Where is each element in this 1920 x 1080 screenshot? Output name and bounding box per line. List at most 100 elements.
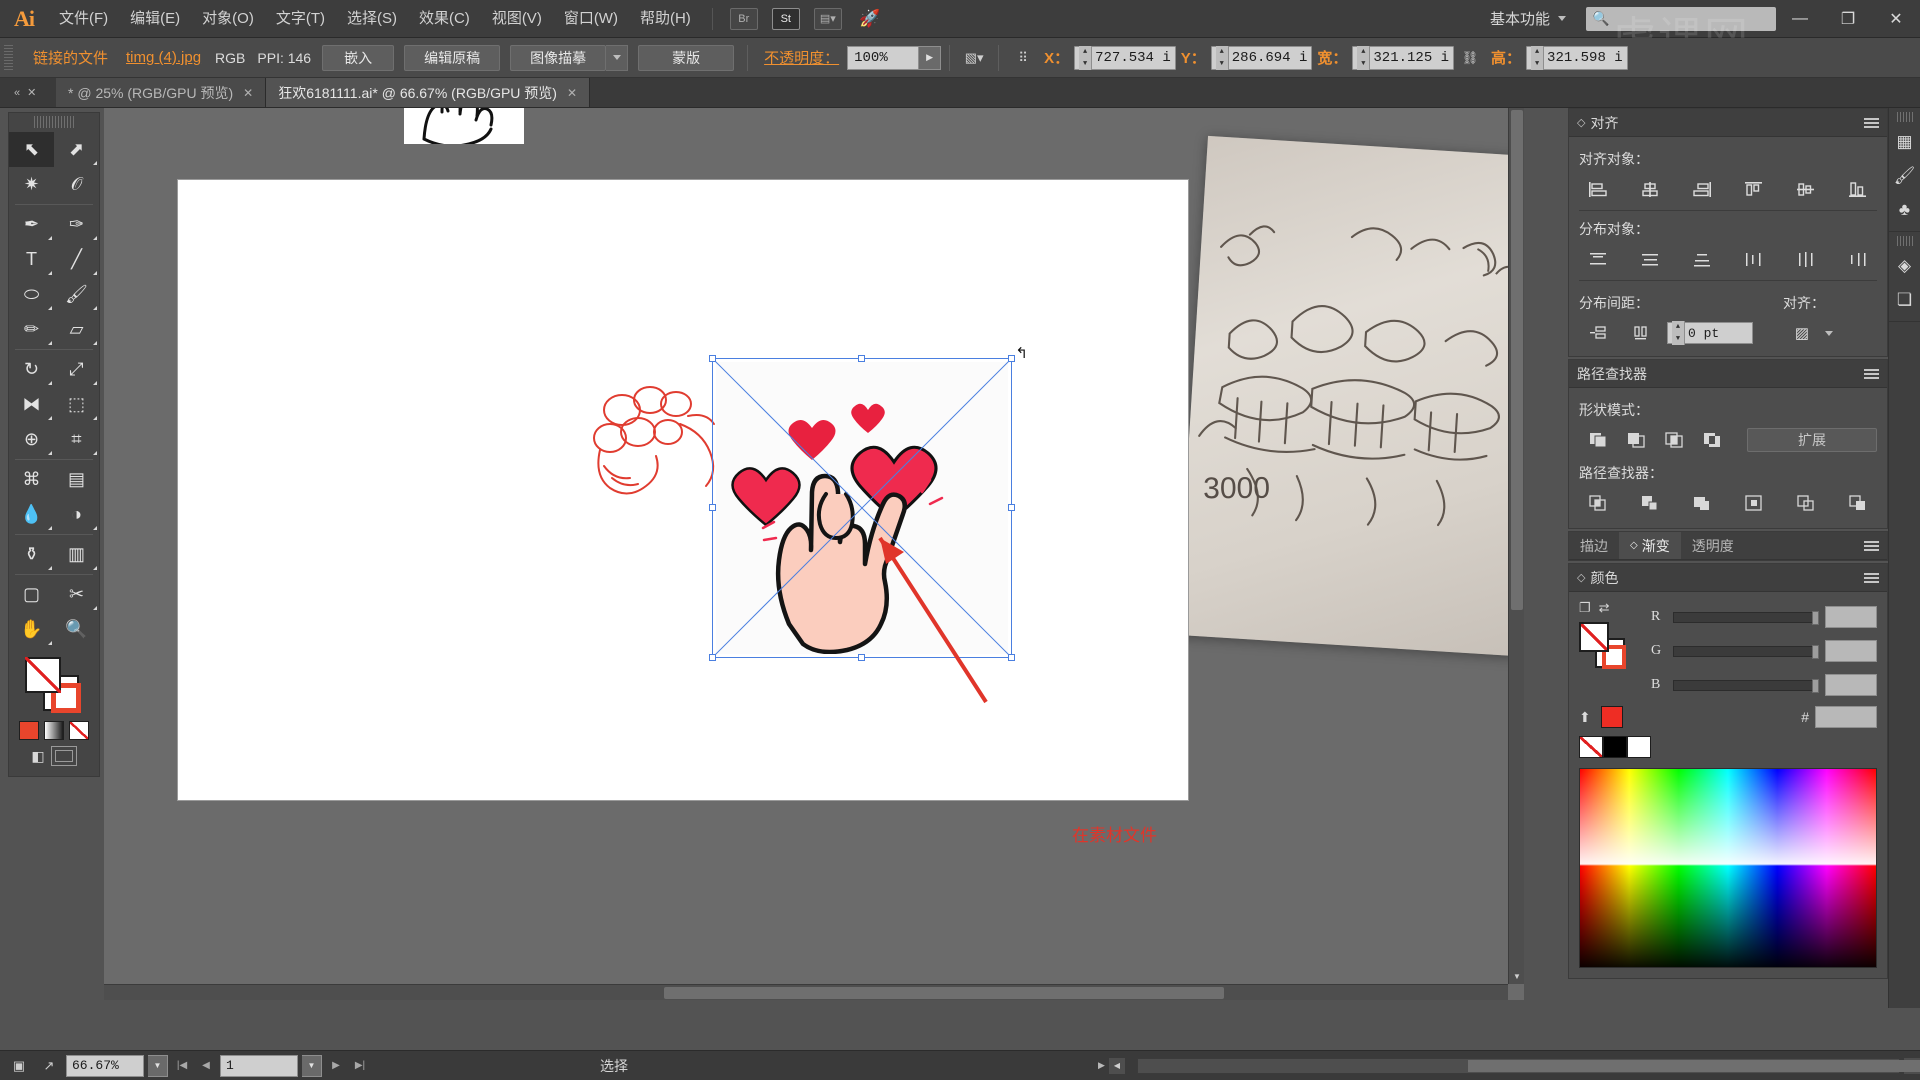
intersect-icon[interactable] (1655, 427, 1693, 453)
layers-panel-icon[interactable]: ◈ (1889, 249, 1920, 283)
document-horizontal-scrollbar[interactable] (1136, 1057, 1920, 1074)
zoom-tool[interactable]: 🔍 (54, 612, 99, 647)
symbols-panel-icon[interactable]: ♣ (1889, 193, 1920, 227)
tab-stroke[interactable]: 描边 (1569, 532, 1619, 559)
minimize-button[interactable]: — (1776, 0, 1824, 38)
height-value-field[interactable]: ▲ ▼ 321.598 i (1526, 45, 1628, 70)
menu-type[interactable]: 文字(T) (265, 0, 336, 38)
reference-photo-image[interactable]: 3000 (1176, 135, 1524, 657)
scale-tool[interactable]: ⤢ (54, 352, 99, 387)
last-artboard-icon[interactable]: ▶| (350, 1055, 370, 1077)
reference-point-grid-icon[interactable]: ⠿ (1010, 46, 1036, 70)
exclude-icon[interactable] (1693, 427, 1731, 453)
expand-button[interactable]: 扩展 (1747, 428, 1877, 452)
magic-wand-tool[interactable]: ✷ (9, 167, 54, 202)
slider-knob-g[interactable] (1812, 644, 1819, 659)
screen-mode-icon[interactable] (50, 746, 77, 766)
spacing-value-field[interactable]: ▲ ▼ 0 pt (1667, 321, 1753, 345)
hand-tool[interactable]: ✋ (9, 612, 54, 647)
pathfinder-panel-header[interactable]: 路径查找器 (1569, 360, 1887, 388)
line-segment-tool[interactable]: ╱ (54, 242, 99, 277)
close-icon[interactable]: ✕ (567, 86, 577, 100)
share-icon[interactable]: ↗ (36, 1055, 62, 1077)
width-value-field[interactable]: ▲ ▼ 321.125 i (1352, 45, 1455, 70)
artboard-tool[interactable]: ▢ (9, 577, 54, 612)
free-transform-tool[interactable]: ⬚ (54, 387, 99, 422)
selection-tool[interactable]: ⬉ (9, 132, 54, 167)
distribute-horizontal-center-icon[interactable] (1787, 246, 1825, 272)
menu-select[interactable]: 选择(S) (336, 0, 408, 38)
hex-value-field[interactable] (1815, 706, 1877, 728)
tab-gradient[interactable]: ◇ 渐变 (1619, 532, 1681, 559)
slider-track-g[interactable] (1673, 644, 1819, 659)
curvature-tool[interactable]: ✑ (54, 207, 99, 242)
linked-filename[interactable]: timg (4).jpg (118, 49, 209, 66)
next-artboard-icon[interactable]: ▶ (326, 1055, 346, 1077)
ellipse-tool[interactable]: ⬭ (9, 277, 54, 312)
tab-transparency[interactable]: 透明度 (1681, 532, 1745, 559)
align-vertical-center-icon[interactable] (1787, 176, 1825, 202)
constrain-proportions-icon[interactable]: ⛓ (1457, 46, 1483, 70)
column-graph-tool[interactable]: ▥ (54, 537, 99, 572)
menu-object[interactable]: 对象(O) (191, 0, 265, 38)
status-menu-icon[interactable]: ▶ (1098, 1060, 1105, 1071)
tab-prev-icon[interactable]: « (14, 87, 20, 99)
swap-fill-stroke-icon[interactable]: ⇄ (1599, 600, 1610, 616)
add-to-swatches-icon[interactable]: ⬆ (1579, 709, 1591, 726)
device-preview-icon[interactable]: ▣ (6, 1055, 32, 1077)
panel-collapse-icon[interactable]: ◇ (1577, 116, 1585, 129)
stock-icon[interactable]: St (771, 7, 800, 30)
pen-tool[interactable]: ✒ (9, 207, 54, 242)
selection-handle-bc[interactable] (858, 654, 865, 661)
control-bar-grip[interactable] (4, 44, 13, 71)
menu-view[interactable]: 视图(V) (481, 0, 553, 38)
rotate-tool[interactable]: ↻ (9, 352, 54, 387)
black-swatch[interactable] (1603, 736, 1627, 758)
draw-modes-icon[interactable]: ◧ (31, 748, 44, 765)
align-top-icon[interactable] (1735, 176, 1773, 202)
align-left-icon[interactable] (1579, 176, 1617, 202)
divide-icon[interactable] (1579, 490, 1617, 516)
align-bottom-icon[interactable] (1839, 176, 1877, 202)
tools-panel-grip[interactable] (34, 116, 74, 128)
horizontal-distribute-space-icon[interactable] (1623, 320, 1661, 346)
edit-original-button[interactable]: 编辑原稿 (404, 44, 501, 71)
selected-artwork-group[interactable]: ↰ (709, 345, 1028, 661)
trim-icon[interactable] (1631, 490, 1669, 516)
image-trace-dropdown[interactable] (606, 44, 629, 71)
color-fill-swatch[interactable] (1579, 622, 1609, 652)
distribute-bottom-icon[interactable] (1683, 246, 1721, 272)
distribute-top-icon[interactable] (1579, 246, 1617, 272)
unite-icon[interactable] (1579, 427, 1617, 453)
menu-effect[interactable]: 效果(C) (408, 0, 481, 38)
align-to-selection-icon[interactable]: ▨ (1783, 320, 1821, 346)
perspective-grid-tool[interactable]: ⌗ (54, 422, 99, 457)
x-spinner[interactable]: ▲ ▼ (1079, 45, 1093, 70)
workspace-switcher[interactable]: 基本功能 (1476, 8, 1580, 29)
selection-handle-br[interactable] (1008, 654, 1015, 661)
document-scroll-thumb[interactable] (1467, 1059, 1920, 1072)
slider-knob-r[interactable] (1812, 610, 1819, 625)
eraser-tool[interactable]: ▱ (54, 312, 99, 347)
none-swatch-button[interactable] (69, 721, 89, 740)
menu-help[interactable]: 帮助(H) (629, 0, 702, 38)
zoom-dropdown[interactable]: ▼ (148, 1054, 168, 1077)
width-tool[interactable]: ⧓ (9, 387, 54, 422)
document-tab-2[interactable]: 狂欢6181111.ai* @ 66.67% (RGB/GPU 预览) ✕ (266, 78, 591, 107)
canvas-vertical-scrollbar[interactable]: ▼ (1508, 108, 1524, 984)
scroll-down-icon[interactable]: ▼ (1509, 968, 1524, 984)
zoom-level-field[interactable]: 66.67% (66, 1054, 144, 1077)
chevron-down-icon[interactable] (1825, 330, 1833, 336)
align-right-icon[interactable] (1683, 176, 1721, 202)
selection-handle-bl[interactable] (709, 654, 716, 661)
image-trace-button[interactable]: 图像描摹 (510, 44, 607, 71)
color-panel-header[interactable]: ◇ 颜色 (1569, 564, 1887, 592)
slider-value-b[interactable] (1825, 674, 1877, 696)
mesh-tool[interactable]: ⌘ (9, 462, 54, 497)
arrange-documents-icon[interactable]: ▤▾ (813, 7, 842, 30)
document-tab-1[interactable]: * @ 25% (RGB/GPU 预览) ✕ (56, 78, 267, 107)
dock-grip[interactable] (1896, 236, 1913, 246)
crop-icon[interactable] (1735, 490, 1773, 516)
transparency-panel-icon[interactable]: ❏ (1889, 283, 1920, 317)
restore-button[interactable]: ❐ (1824, 0, 1872, 38)
